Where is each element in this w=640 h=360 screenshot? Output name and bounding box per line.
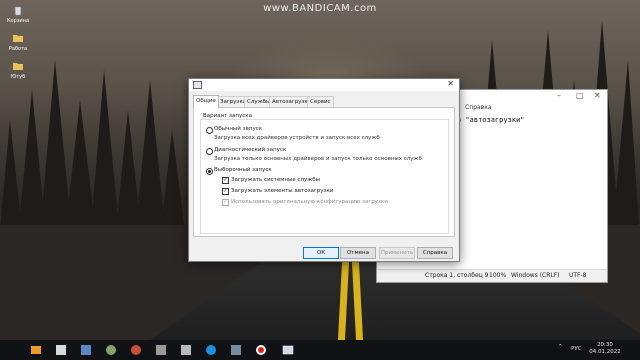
dialog-titlebar: ✕: [189, 79, 459, 91]
record-icon[interactable]: [255, 344, 267, 356]
app-icon-pinned[interactable]: [130, 344, 142, 356]
folder-icon: [13, 63, 23, 70]
desktop-icon-folder-work[interactable]: Работа: [1, 32, 35, 52]
app-icon-pinned[interactable]: [180, 344, 192, 356]
app-icon-pinned[interactable]: [230, 344, 242, 356]
close-icon[interactable]: ✕: [447, 79, 454, 88]
selective-startup-label[interactable]: Выборочный запуск: [214, 167, 272, 173]
minimize-icon[interactable]: –: [557, 91, 561, 100]
app-icon-pinned[interactable]: [30, 344, 42, 356]
load-startup-items-label[interactable]: Загружать элементы автозагрузки: [231, 188, 333, 194]
system-configuration-dialog: ✕ Общие Загрузка Службы Автозагрузка Сер…: [188, 78, 460, 262]
status-line-endings: Windows (CRLF): [511, 272, 560, 279]
load-startup-items-checkbox[interactable]: ✓: [222, 188, 229, 195]
app-icon-pinned[interactable]: [80, 344, 92, 356]
maximize-icon[interactable]: □: [576, 91, 584, 100]
desktop-icon-label: Корзина: [6, 18, 30, 24]
desktop-icon-recycle-bin[interactable]: Корзина: [1, 4, 35, 24]
desktop-icon-label: Ютуб: [10, 74, 26, 80]
taskbar: ^ РУС 20:30 04.01.2022: [0, 340, 640, 360]
folder-icon: [13, 35, 23, 42]
normal-startup-label[interactable]: Обычный запуск: [214, 126, 262, 132]
system-configuration-taskbar-icon[interactable]: [282, 344, 294, 356]
tab-tools[interactable]: Сервис: [307, 96, 334, 107]
help-button[interactable]: Справка: [417, 247, 453, 259]
app-icon: [193, 81, 202, 89]
status-encoding: UTF-8: [569, 272, 587, 279]
close-icon[interactable]: ✕: [594, 91, 601, 100]
notepad-text[interactable]: з "автозагрузки": [457, 116, 524, 124]
recycle-bin-icon: [14, 6, 22, 16]
menu-item-help[interactable]: Справка: [465, 104, 491, 111]
clock-date: 04.01.2022: [589, 349, 621, 355]
normal-startup-description: Загрузка всех драйверов устройств и запу…: [214, 135, 380, 141]
desktop-icon-label: Работа: [8, 46, 28, 52]
selective-startup-radio[interactable]: [206, 168, 213, 175]
app-icon-pinned[interactable]: [105, 344, 117, 356]
notepad-statusbar: Строка 1, столбец 9 100% Windows (CRLF) …: [377, 269, 607, 282]
diagnostic-startup-description: Загрузка только основных драйверов и зап…: [214, 156, 422, 162]
diagnostic-startup-label[interactable]: Диагностический запуск: [214, 147, 286, 153]
clock-time: 20:30: [597, 342, 613, 348]
apply-button: Применить: [379, 247, 415, 259]
edge-browser-icon[interactable]: [205, 344, 217, 356]
tab-general[interactable]: Общие: [193, 95, 219, 108]
diagnostic-startup-radio[interactable]: [206, 148, 213, 155]
app-icon-pinned[interactable]: [55, 344, 67, 356]
normal-startup-radio[interactable]: [206, 127, 213, 134]
language-indicator[interactable]: РУС: [571, 346, 582, 352]
load-system-services-label[interactable]: Загружать системные службы: [231, 177, 320, 183]
recording-watermark: www.BANDICAM.com: [263, 3, 377, 14]
load-system-services-checkbox[interactable]: ✓: [222, 177, 229, 184]
use-original-boot-config-checkbox: ✓: [222, 199, 229, 206]
use-original-boot-config-label: Использовать оригинальную конфигурацию з…: [231, 199, 388, 205]
cancel-button[interactable]: Отмена: [340, 247, 376, 259]
tray-chevron-icon[interactable]: ^: [558, 344, 563, 350]
ok-button[interactable]: ОК: [303, 247, 339, 259]
group-label: Вариант запуска: [202, 113, 253, 119]
clock[interactable]: 20:30 04.01.2022: [587, 342, 623, 356]
status-position: Строка 1, столбец 9: [425, 272, 489, 279]
general-tab-panel: Вариант запуска Обычный запуск Загрузка …: [193, 107, 455, 237]
status-zoom: 100%: [489, 272, 507, 279]
app-icon-pinned[interactable]: [155, 344, 167, 356]
desktop-icon-folder-youtube[interactable]: Ютуб: [1, 60, 35, 80]
